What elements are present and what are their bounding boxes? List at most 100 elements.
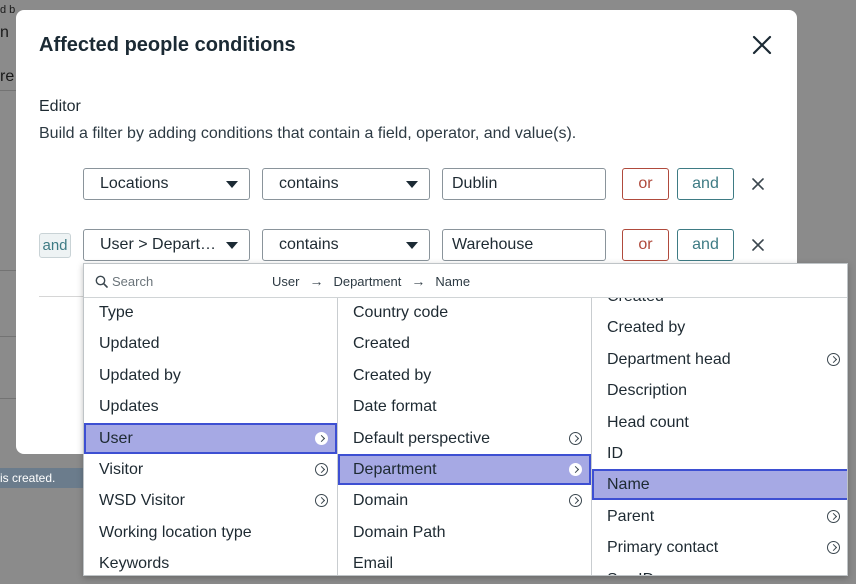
background-divider	[0, 90, 16, 91]
condition-value-input[interactable]: Warehouse	[442, 229, 606, 261]
picker-item[interactable]: Department head	[592, 344, 847, 375]
picker-item[interactable]: User	[84, 422, 337, 454]
remove-icon	[752, 239, 764, 251]
picker-item-label: Country code	[353, 304, 449, 321]
condition-field-value: Locations	[100, 175, 169, 192]
picker-item[interactable]: Domain	[338, 485, 591, 516]
condition-field-select[interactable]: Locations	[83, 168, 250, 200]
picker-item[interactable]: Keywords	[84, 548, 337, 575]
picker-item[interactable]: WSD Visitor	[84, 485, 337, 516]
close-button[interactable]	[749, 32, 775, 58]
picker-item-label: Domain Path	[353, 523, 446, 541]
picker-item-label: Domain	[353, 492, 409, 510]
picker-item-label: Updates	[99, 398, 159, 416]
breadcrumb: User → Department → Name	[272, 273, 470, 289]
caret-down-icon	[406, 242, 418, 249]
picker-item-label: Working location type	[99, 523, 252, 541]
picker-item[interactable]: Updated	[84, 328, 337, 359]
picker-column: Country code Created Created by Date format…	[338, 298, 592, 575]
chevron-right-icon	[315, 431, 328, 445]
picker-item-label: WSD Visitor	[99, 492, 185, 510]
picker-item-label: Head count	[607, 413, 689, 431]
picker-item[interactable]: ID	[592, 438, 847, 469]
picker-item-label: Updated by	[99, 366, 181, 384]
or-button[interactable]: or	[622, 229, 669, 261]
arrow-right-icon: →	[309, 273, 324, 289]
condition-operator-select[interactable]: contains	[262, 229, 430, 261]
condition-field-select[interactable]: User > Depart…	[83, 229, 250, 261]
chevron-right-icon	[827, 541, 840, 555]
picker-item-label: Sys ID	[607, 571, 654, 575]
picker-item-label: ID	[607, 445, 623, 462]
picker-item[interactable]: Description	[592, 375, 847, 406]
breadcrumb-item[interactable]: User	[272, 274, 299, 289]
background-text: d b	[0, 4, 16, 16]
picker-item-label: Name	[607, 476, 650, 494]
breadcrumb-item[interactable]: Department	[333, 274, 401, 289]
modal-title: Affected people conditions	[39, 34, 296, 56]
picker-item-label: Visitor	[99, 461, 144, 478]
picker-item[interactable]: Created	[592, 298, 847, 312]
and-button[interactable]: and	[677, 229, 734, 261]
picker-item[interactable]: Created by	[592, 312, 847, 343]
picker-item-label: Created by	[353, 366, 432, 384]
chevron-right-icon	[569, 431, 582, 445]
condition-operator-value: contains	[279, 236, 339, 253]
picker-item-label: Email	[353, 555, 394, 573]
picker-item[interactable]: Visitor	[84, 454, 337, 485]
picker-item[interactable]: Parent	[592, 501, 847, 532]
picker-item-label: Parent	[607, 507, 655, 525]
editor-help-text: Build a filter by adding conditions that…	[39, 125, 577, 142]
chevron-right-icon	[569, 463, 582, 476]
picker-item[interactable]: Created by	[338, 360, 591, 391]
editor-label: Editor	[39, 98, 81, 115]
picker-item-label: Keywords	[99, 555, 170, 573]
picker-item-label: Created by	[607, 319, 686, 337]
picker-item[interactable]: Type	[84, 298, 337, 328]
picker-item-label: User	[99, 429, 133, 447]
condition-operator-select[interactable]: contains	[262, 168, 430, 200]
picker-item-label: Created	[353, 335, 410, 353]
picker-item[interactable]: Default perspective	[338, 423, 591, 454]
picker-item[interactable]: Domain Path	[338, 517, 591, 548]
chevron-right-icon	[827, 509, 840, 523]
picker-item[interactable]: Updated by	[84, 360, 337, 391]
picker-item-label: Department head	[607, 350, 731, 368]
and-button[interactable]: and	[677, 168, 734, 200]
picker-item[interactable]: Country code	[338, 298, 591, 328]
remove-icon	[752, 178, 764, 190]
picker-item[interactable]: Created	[338, 328, 591, 359]
picker-item-label: Description	[607, 382, 688, 400]
and-connector-badge: and	[39, 233, 71, 258]
picker-item[interactable]: Updates	[84, 391, 337, 422]
picker-item[interactable]: Head count	[592, 407, 847, 438]
picker-item[interactable]: Email	[338, 548, 591, 575]
picker-column: Type Updated Updated by Updates User Visitor W…	[84, 298, 338, 575]
field-picker-dropdown: User → Department → Name Type Updated Upda…	[83, 263, 848, 576]
chevron-right-icon	[315, 463, 328, 476]
caret-down-icon	[406, 181, 418, 188]
picker-item[interactable]: Department	[338, 454, 591, 485]
picker-item[interactable]: Sys ID	[592, 564, 847, 575]
caret-down-icon	[226, 181, 238, 188]
caret-down-icon	[226, 242, 238, 249]
picker-item-label: Date format	[353, 398, 437, 416]
picker-item-label: Type	[99, 304, 134, 321]
or-button[interactable]: or	[622, 168, 669, 200]
picker-search-input[interactable]	[112, 270, 252, 292]
remove-condition-button[interactable]	[750, 237, 766, 253]
remove-condition-button[interactable]	[750, 176, 766, 192]
chevron-right-icon	[569, 494, 582, 508]
picker-header: User → Department → Name	[84, 264, 847, 298]
arrow-right-icon: →	[411, 273, 426, 289]
picker-item[interactable]: Date format	[338, 391, 591, 422]
picker-item-label: Department	[353, 461, 437, 478]
picker-item[interactable]: Primary contact	[592, 532, 847, 563]
picker-column: Created Created by Department head Descript…	[592, 298, 847, 575]
picker-item[interactable]: Name	[592, 469, 847, 501]
condition-operator-value: contains	[279, 175, 339, 192]
picker-item-label: Default perspective	[353, 429, 490, 447]
condition-value-input[interactable]: Dublin	[442, 168, 606, 200]
picker-item[interactable]: Working location type	[84, 517, 337, 548]
breadcrumb-item[interactable]: Name	[435, 274, 470, 289]
